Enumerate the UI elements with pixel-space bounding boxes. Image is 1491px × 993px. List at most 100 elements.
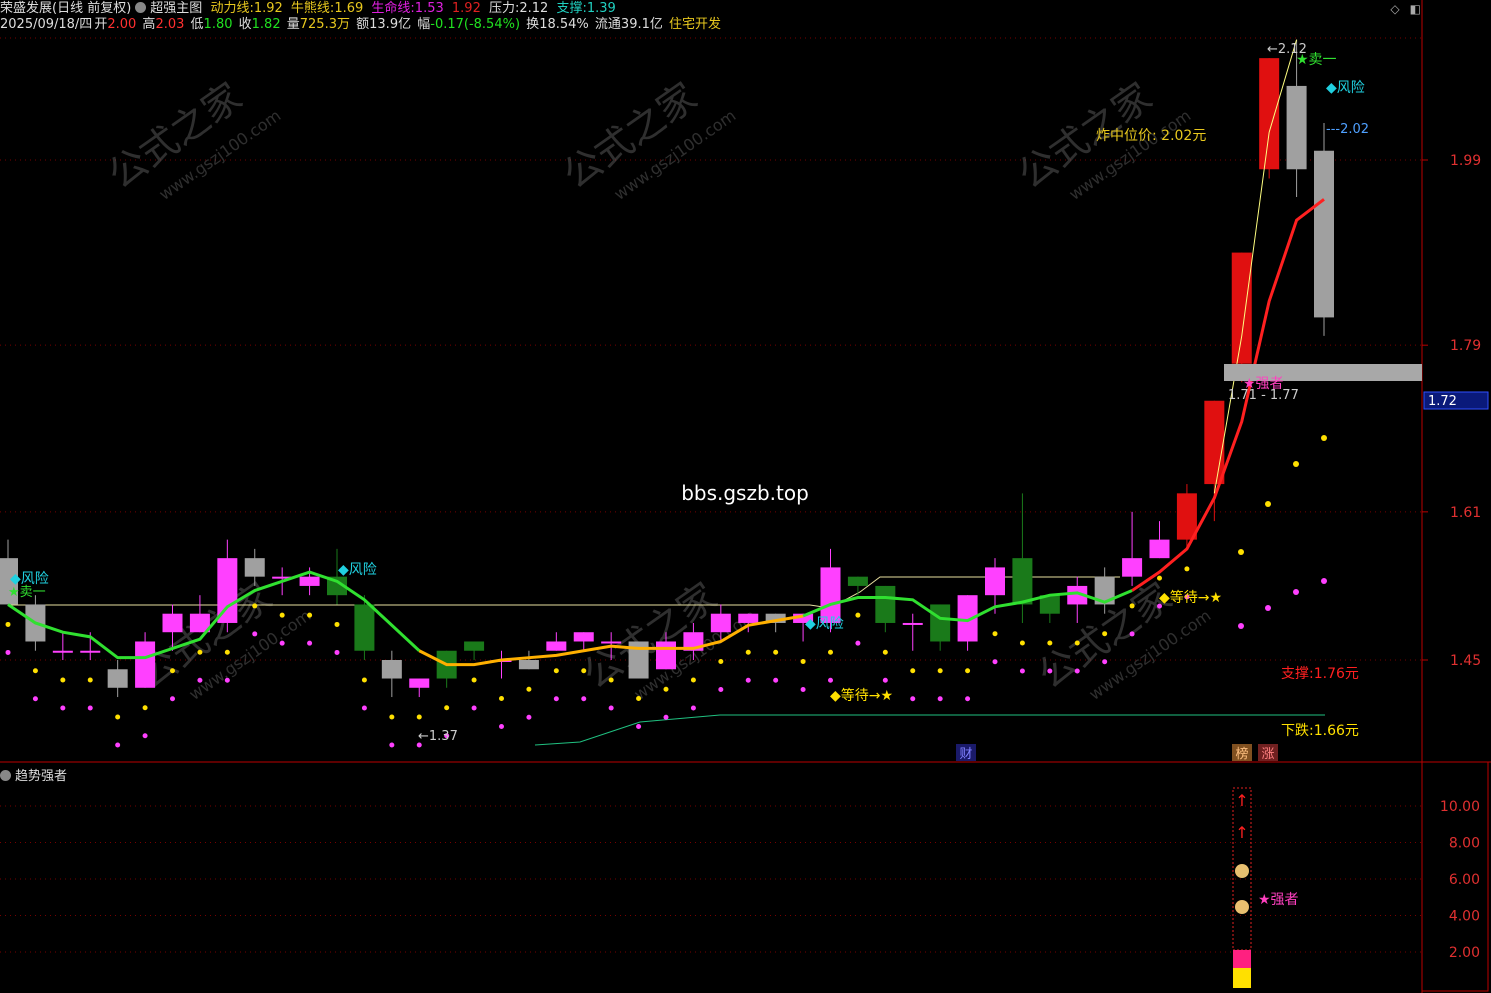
turnover-label: 换 xyxy=(526,17,540,32)
candle-body[interactable] xyxy=(107,669,128,688)
signal-dot-magenta xyxy=(32,696,38,702)
candle-body[interactable] xyxy=(409,678,430,688)
diamond-icon[interactable]: ◇ xyxy=(1390,2,1399,16)
sub-tick-label: 8.00 xyxy=(1449,836,1480,852)
candle-body[interactable] xyxy=(710,613,731,633)
candle-body[interactable] xyxy=(1259,58,1280,170)
signal-dot-yellow xyxy=(444,705,450,711)
signal-dot-magenta xyxy=(307,640,313,646)
signal-dot-yellow xyxy=(553,668,559,674)
signal-dot-yellow xyxy=(1102,631,1108,637)
signal-dot-yellow xyxy=(115,714,121,720)
signal-dot-magenta xyxy=(581,696,587,702)
candle-body[interactable] xyxy=(1012,558,1033,605)
open-label: 开 xyxy=(94,17,108,32)
sub-strong-label: ★强者 xyxy=(1258,892,1299,908)
low-label: 低 xyxy=(190,17,204,32)
turnover-value: 18.54% xyxy=(539,17,589,32)
signal-dot-magenta xyxy=(882,677,888,683)
signal-dot-yellow xyxy=(60,677,66,683)
niuxiong-value: 1.69 xyxy=(334,1,364,16)
signal-dot-yellow xyxy=(800,658,806,664)
current-price-value: 1.72 xyxy=(1428,394,1457,409)
signal-dot-magenta xyxy=(1129,631,1135,637)
candle-body[interactable] xyxy=(464,641,485,651)
signal-dot-magenta xyxy=(773,677,779,683)
candle-body[interactable] xyxy=(1286,85,1307,170)
candle-body[interactable] xyxy=(546,641,567,651)
watermark: 公式之家www.gszj100.com xyxy=(575,574,759,704)
candle-body[interactable] xyxy=(52,650,73,653)
signal-dot-magenta xyxy=(197,677,203,683)
shengming-value: 1.53 xyxy=(414,1,444,16)
high-value: 2.03 xyxy=(155,17,185,32)
sub-tick-label: 2.00 xyxy=(1449,945,1480,961)
change-value: -0.17(-8.54%) xyxy=(430,17,521,32)
candle-body[interactable] xyxy=(601,641,622,644)
risk-label: ◆风险 xyxy=(1326,80,1365,96)
signal-dot-magenta xyxy=(142,733,148,739)
candle-body[interactable] xyxy=(80,650,101,653)
candle-body[interactable] xyxy=(820,567,841,623)
cai-badge-text: 财 xyxy=(959,747,972,762)
signal-dot-yellow xyxy=(197,649,203,655)
signal-dot-magenta xyxy=(690,705,696,711)
signal-dot-yellow xyxy=(1184,566,1190,572)
signal-dot-magenta xyxy=(499,724,504,730)
candle-body[interactable] xyxy=(162,613,183,633)
signal-dot-magenta xyxy=(60,705,66,711)
signal-dot-magenta xyxy=(937,696,943,702)
industry[interactable]: 住宅开发 xyxy=(669,17,721,32)
signal-dot-yellow xyxy=(87,677,93,683)
signal-dot-magenta xyxy=(1321,578,1327,584)
candle-body[interactable] xyxy=(299,576,320,586)
candle-body[interactable] xyxy=(244,558,265,577)
candle-body[interactable] xyxy=(902,622,923,625)
signal-dot-yellow xyxy=(389,714,395,720)
candle-body[interactable] xyxy=(1314,150,1334,318)
candle-body[interactable] xyxy=(1231,252,1252,364)
candle-body[interactable] xyxy=(1204,400,1225,485)
bang-badge-text: 榜 xyxy=(1235,746,1248,762)
candle-body[interactable] xyxy=(847,576,868,586)
signal-dot-yellow xyxy=(937,668,943,674)
extra-value: 1.92 xyxy=(451,1,481,16)
signal-dot-yellow xyxy=(170,668,175,674)
candle-body[interactable] xyxy=(985,567,1005,596)
candle-body[interactable] xyxy=(656,641,676,670)
signal-dot-magenta xyxy=(636,724,642,730)
signal-dot-magenta xyxy=(1238,623,1244,629)
candle-body[interactable] xyxy=(518,660,539,670)
kline-chart[interactable]: 1.99 1.79 1.61 1.45 1.72 公式之家www.gszj100.com 公… xyxy=(0,0,1491,993)
pressure-line xyxy=(8,576,1120,609)
signal-dot-yellow xyxy=(828,649,833,655)
high-label: 高 xyxy=(142,17,156,32)
sub-panel-title[interactable]: 趋势强者 xyxy=(15,769,67,784)
candle-body[interactable] xyxy=(381,660,402,679)
candle-body[interactable] xyxy=(875,585,896,623)
candle-body[interactable] xyxy=(1122,558,1143,577)
candle-body[interactable] xyxy=(930,604,951,642)
sub-panel-header: 趋势强者 xyxy=(0,765,67,784)
strength-block-yellow xyxy=(1233,968,1251,988)
price-tick-label: 1.45 xyxy=(1450,653,1481,669)
panel-icon[interactable]: ◧ xyxy=(1410,2,1421,16)
signal-dot-yellow xyxy=(279,612,285,618)
stock-name[interactable]: 荣盛发展(日线 前复权) xyxy=(0,1,131,16)
zhang-badge-text: 涨 xyxy=(1261,747,1274,762)
signal-dot-magenta xyxy=(1047,668,1053,674)
signal-dot-yellow xyxy=(334,621,340,627)
signal-dot-magenta xyxy=(170,696,175,702)
indicator-name[interactable]: 超强主图 xyxy=(150,1,202,16)
range-label: 1.71 - 1.77 xyxy=(1228,388,1299,403)
candle-body[interactable] xyxy=(354,604,375,651)
candle-body[interactable] xyxy=(1176,493,1197,540)
dropdown-icon[interactable] xyxy=(135,2,147,13)
candle-body[interactable] xyxy=(573,632,594,642)
signal-dot-yellow xyxy=(307,612,313,618)
volume-value: 725.3万 xyxy=(299,17,350,32)
candle-body[interactable] xyxy=(738,613,759,623)
sub-dropdown-icon[interactable] xyxy=(0,770,11,781)
candle-body[interactable] xyxy=(135,641,156,688)
candle-body[interactable] xyxy=(1149,539,1170,559)
